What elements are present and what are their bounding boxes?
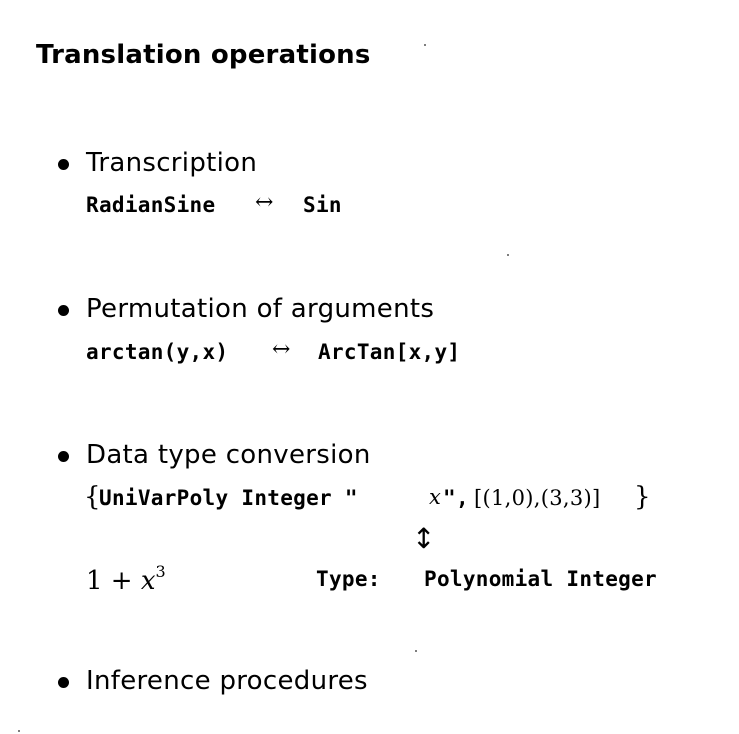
permutation-left: arctan(y,x): [86, 340, 229, 364]
transcription-arrow: ↔: [255, 190, 274, 215]
scan-speck: [424, 44, 426, 46]
brace-close: }: [634, 482, 651, 512]
bullet-icon: [58, 305, 69, 316]
conversion-code-end: ",: [443, 486, 469, 510]
bullet-icon: [58, 159, 69, 170]
conversion-list: [(1,0),(3,3)]: [474, 486, 601, 510]
item-heading-data-type-conversion: Data type conversion: [86, 440, 371, 470]
type-label: Type:: [316, 567, 381, 591]
permutation-right: ArcTan[x,y]: [318, 340, 461, 364]
scan-speck: [415, 650, 417, 652]
transcription-left: RadianSine: [86, 193, 216, 217]
permutation-arrow: ↔: [272, 337, 291, 362]
expression-exponent: 3: [155, 562, 166, 581]
item-heading-inference: Inference procedures: [86, 666, 368, 696]
bullet-icon: [58, 451, 69, 462]
scan-speck: [18, 730, 20, 732]
expression-var: x: [140, 566, 156, 596]
item-heading-transcription: Transcription: [86, 148, 258, 178]
expression-lead: 1 +: [86, 566, 141, 596]
conversion-var: x: [429, 485, 442, 509]
scan-speck: [507, 254, 509, 256]
item-heading-permutation: Permutation of arguments: [86, 294, 435, 324]
slide: { "title": "Translation operations", "it…: [0, 0, 739, 734]
conversion-code: UniVarPoly Integer ": [99, 486, 358, 510]
bullet-icon: [58, 677, 69, 688]
type-value: Polynomial Integer: [424, 567, 657, 591]
page-title: Translation operations: [36, 40, 371, 70]
transcription-right: Sin: [303, 193, 342, 217]
expression: 1 + x3: [86, 562, 166, 596]
vertical-double-arrow-icon: ↕: [412, 522, 436, 555]
